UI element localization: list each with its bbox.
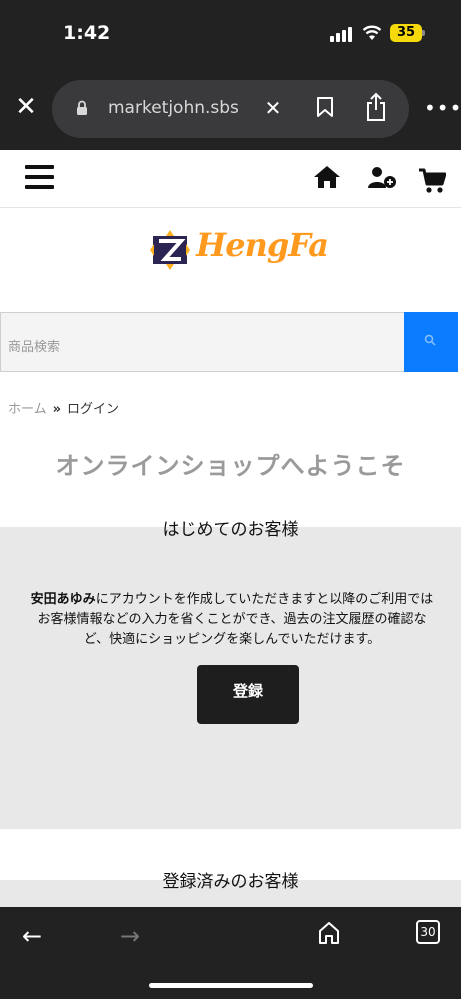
register-button[interactable]: 登録 — [197, 665, 299, 724]
share-icon[interactable] — [364, 92, 388, 122]
search-icon[interactable] — [424, 334, 436, 346]
battery-tip — [422, 30, 425, 36]
close-icon[interactable]: ✕ — [14, 94, 38, 120]
logo-mark-icon[interactable] — [150, 230, 190, 270]
existing-customer-heading: 登録済みのお客様 — [162, 872, 299, 892]
new-customer-description: 安田あゆみにアカウントを作成していただきますと以降のご利用ではお客様情報などの入… — [26, 590, 438, 650]
more-icon[interactable]: ••• — [424, 96, 461, 120]
description-text: にアカウントを作成していただきますと以降のご利用ではお客様情報などの入力を省くこ… — [37, 592, 434, 647]
breadcrumb: ホーム » ログイン — [8, 398, 119, 417]
page-title: オンラインショップへようこそ — [55, 452, 406, 480]
user-add-icon[interactable] — [367, 166, 397, 190]
url-text[interactable]: marketjohn.sbs — [108, 98, 239, 118]
browser-home-icon[interactable] — [317, 921, 341, 945]
cellular-signal-icon — [330, 26, 354, 42]
search-input[interactable]: 商品検索 — [8, 336, 60, 355]
new-customer-heading: はじめてのお客様 — [162, 520, 299, 540]
shop-name: 安田あゆみ — [30, 592, 96, 607]
breadcrumb-separator: » — [52, 402, 62, 417]
breadcrumb-current: ログイン — [67, 402, 120, 417]
hamburger-menu-icon[interactable] — [25, 165, 54, 189]
home-indicator[interactable] — [149, 983, 313, 988]
cart-icon[interactable] — [418, 168, 446, 194]
logo-text[interactable]: HengFa — [196, 226, 329, 264]
forward-arrow-icon[interactable]: → — [120, 922, 140, 950]
lock-icon — [77, 100, 87, 115]
clear-icon[interactable]: ✕ — [263, 96, 283, 120]
search-field[interactable] — [0, 312, 405, 372]
tab-count-button[interactable]: 30 — [416, 920, 440, 944]
wifi-icon — [362, 25, 382, 40]
home-icon[interactable] — [313, 165, 341, 189]
back-arrow-icon[interactable]: ← — [22, 922, 42, 950]
status-time: 1:42 — [63, 22, 111, 44]
battery-icon: 35 — [390, 24, 422, 42]
breadcrumb-home-link[interactable]: ホーム — [8, 402, 47, 417]
bookmark-icon[interactable] — [316, 96, 334, 118]
